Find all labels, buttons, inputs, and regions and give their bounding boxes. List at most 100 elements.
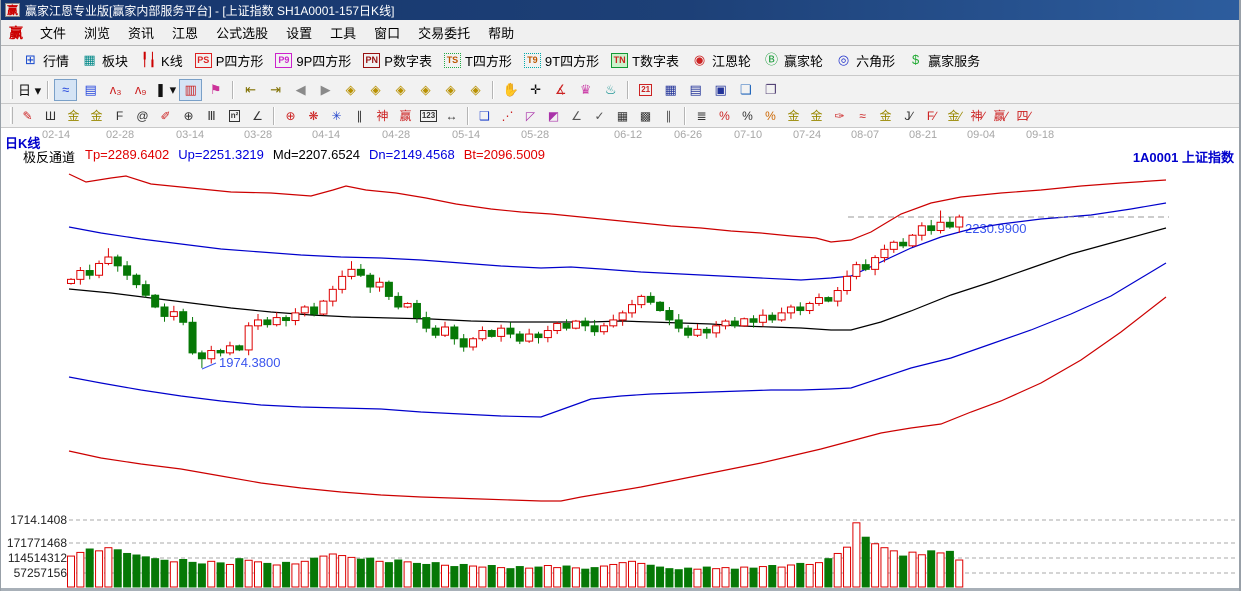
parallel-lines-button[interactable]: ∥	[658, 106, 679, 125]
ying-comb-button[interactable]: 赢	[395, 106, 416, 125]
toolbutton-9t-square[interactable]: T99T四方形	[518, 49, 605, 72]
menu-9[interactable]: 帮助	[479, 20, 523, 45]
wave-line-button[interactable]: ≈	[852, 106, 873, 125]
toolbutton-sectors[interactable]: ▦板块	[75, 49, 134, 72]
angle-line-tool-button[interactable]: ∡	[549, 79, 572, 101]
percent-levels-button[interactable]: %	[760, 106, 781, 125]
menu-2[interactable]: 资讯	[119, 20, 163, 45]
gann-circle-button[interactable]: ⊕	[280, 106, 301, 125]
f10-info-button[interactable]: ▤	[79, 79, 102, 101]
toolbutton-hexagon[interactable]: ◎六角形	[829, 49, 901, 72]
kline-3-button[interactable]: ʌ₃	[104, 79, 127, 101]
hand-tool-button[interactable]: ✋	[499, 79, 522, 101]
wave-check-button[interactable]: ✓	[589, 106, 610, 125]
n2-ruler-button[interactable]: n²	[224, 106, 245, 125]
zoom-out-x-button[interactable]: ◈	[414, 79, 437, 101]
percent-line-button[interactable]: %	[714, 106, 735, 125]
menu-1[interactable]: 浏览	[75, 20, 119, 45]
rect-select-button[interactable]: ❑	[474, 106, 495, 125]
grid-box-2-button[interactable]: ▩	[635, 106, 656, 125]
prev-bar-button[interactable]: ◀	[289, 79, 312, 101]
toolbutton-t-square[interactable]: TST四方形	[438, 49, 518, 72]
comb-grid-button[interactable]: Ш	[40, 106, 61, 125]
spiral-tool-button[interactable]: @	[132, 106, 153, 125]
bars-ruler-button[interactable]: ∥	[349, 106, 370, 125]
toolbutton-t-number-table[interactable]: TNT数字表	[605, 49, 685, 72]
f-angle-button[interactable]: F∕	[921, 106, 942, 125]
toolbutton-gann-wheel[interactable]: ◉江恩轮	[685, 49, 757, 72]
grid-box-button[interactable]: ▦	[612, 106, 633, 125]
percent-tool-button[interactable]: %	[737, 106, 758, 125]
menu-8[interactable]: 交易委托	[409, 20, 479, 45]
notes-button[interactable]: ▤	[684, 79, 707, 101]
color-chart-button[interactable]: ⚑	[204, 79, 227, 101]
web-box-2-button[interactable]: ◩	[543, 106, 564, 125]
first-screen-button[interactable]: ⇤	[239, 79, 262, 101]
menu-4[interactable]: 公式选股	[207, 20, 277, 45]
menu-7[interactable]: 窗口	[365, 20, 409, 45]
toolbutton-winner-service[interactable]: $赢家服务	[901, 49, 986, 72]
trade-terminal-button[interactable]: ❐	[759, 79, 782, 101]
full-view-button[interactable]: ◈	[464, 79, 487, 101]
circle-ruler-button[interactable]: ⊕	[178, 106, 199, 125]
j-angle-button[interactable]: J∕	[898, 106, 919, 125]
export-chart-button[interactable]: ❏	[734, 79, 757, 101]
crosshair-tool-button[interactable]: ✛	[524, 79, 547, 101]
gann-fan-button[interactable]: ⋰	[497, 106, 518, 125]
shen-angle-button[interactable]: 神∕	[967, 106, 988, 125]
kline-9-button[interactable]: ʌ₉	[129, 79, 152, 101]
indicator-panel-button[interactable]: ▥	[179, 79, 202, 101]
zoom-in-x-button[interactable]: ◈	[389, 79, 412, 101]
save-button[interactable]: ▣	[709, 79, 732, 101]
candle-brush-button[interactable]: ✑	[829, 106, 850, 125]
menu-5[interactable]: 设置	[277, 20, 321, 45]
toolbutton-p-square[interactable]: PSP四方形	[189, 49, 270, 72]
num-comb-button[interactable]: 123	[418, 106, 439, 125]
wave-tool-button[interactable]: ♨	[599, 79, 622, 101]
zoom-right-button[interactable]: ◈	[364, 79, 387, 101]
zoom-left-button[interactable]: ◈	[339, 79, 362, 101]
next-bar-button[interactable]: ▶	[314, 79, 337, 101]
gold-line-2-button[interactable]: 金	[875, 106, 896, 125]
gann-web-button[interactable]: ❋	[303, 106, 324, 125]
menu-6[interactable]: 工具	[321, 20, 365, 45]
period-day-dropdown-button[interactable]: 日 ▾	[17, 79, 42, 101]
toolbar-grip[interactable]	[10, 80, 13, 99]
menu-0[interactable]: 文件	[31, 20, 75, 45]
pencil-tool-button[interactable]: ✎	[17, 106, 38, 125]
toolbar-grip[interactable]	[10, 107, 13, 123]
toolbar-grip[interactable]	[10, 50, 13, 70]
width-measure-button[interactable]: ↔	[441, 106, 462, 125]
calculator-button[interactable]: ▦	[659, 79, 682, 101]
stats-bars-button[interactable]: ≣	[691, 106, 712, 125]
gold-comb-2-button[interactable]: 金	[86, 106, 107, 125]
gold-line-tool-button[interactable]: 金	[806, 106, 827, 125]
calendar-21-button[interactable]: 21	[634, 79, 657, 101]
gold-circle-tool-button[interactable]: 金	[783, 106, 804, 125]
toolbutton-kline[interactable]: ╿╽K线	[134, 49, 189, 72]
menu-3[interactable]: 江恩	[163, 20, 207, 45]
trend-angle-button[interactable]: ∠	[566, 106, 587, 125]
toolbutton-p-number-table[interactable]: PNP数字表	[357, 49, 438, 72]
brush-tool-button[interactable]: ✐	[155, 106, 176, 125]
ying-angle-button[interactable]: 赢∕	[990, 106, 1011, 125]
f-comb-button[interactable]: F	[109, 106, 130, 125]
title-bar[interactable]: 赢 赢家江恩专业版[赢家内部服务平台] - [上证指数 SH1A0001-157…	[1, 0, 1241, 20]
web-box-button[interactable]: ✳	[326, 106, 347, 125]
toolbutton-winner-wheel[interactable]: Ⓑ赢家轮	[757, 49, 829, 72]
fit-screen-button[interactable]: ◈	[439, 79, 462, 101]
gold-angle-button[interactable]: 金∕	[944, 106, 965, 125]
last-screen-button[interactable]: ⇥	[264, 79, 287, 101]
fan-box-button[interactable]: ◸	[520, 106, 541, 125]
angle-ruler-button[interactable]: ∠	[247, 106, 268, 125]
gann-box-tool-button[interactable]: ♛	[574, 79, 597, 101]
si-angle-button[interactable]: 四∕	[1013, 106, 1034, 125]
shen-comb-button[interactable]: 神	[372, 106, 393, 125]
dense-comb-button[interactable]: Ⅲ	[201, 106, 222, 125]
trend-lines-toggle-button[interactable]: ≈	[54, 79, 77, 101]
toolbutton-quotes[interactable]: ⊞行情	[16, 49, 75, 72]
toolbutton-9p-square[interactable]: P99P四方形	[269, 49, 357, 72]
gold-comb-1-button[interactable]: 金	[63, 106, 84, 125]
candle-style-dropdown-button[interactable]: ❚ ▾	[154, 79, 177, 101]
chart-canvas[interactable]	[1, 128, 1241, 591]
